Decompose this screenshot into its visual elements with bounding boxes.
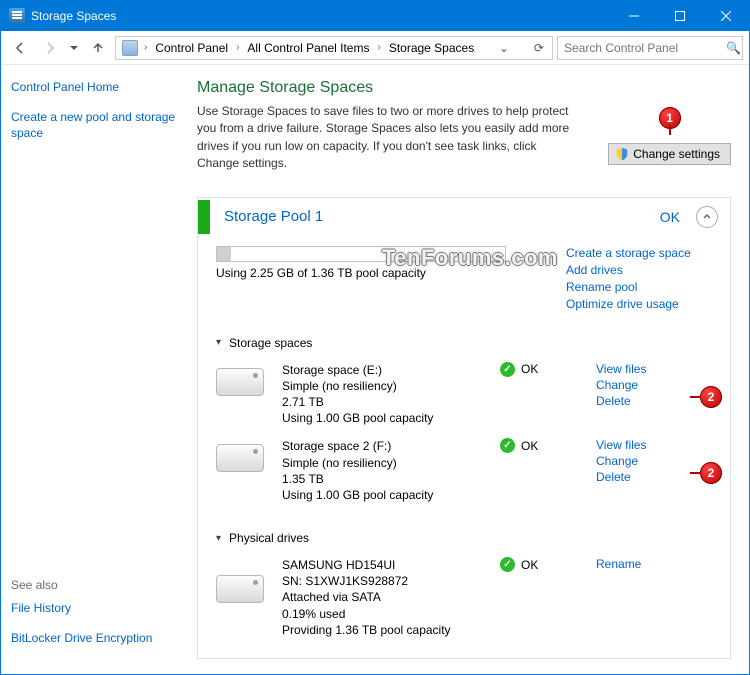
- link-view-files[interactable]: View files: [596, 362, 716, 376]
- physical-drives-label: Physical drives: [229, 531, 309, 545]
- link-rename-pool[interactable]: Rename pool: [566, 280, 716, 294]
- see-also-label: See also: [11, 578, 181, 592]
- up-button[interactable]: [85, 35, 111, 61]
- storage-pool-panel: Storage Pool 1 OK Using 2.25 GB of 1.36 …: [197, 197, 731, 659]
- back-button[interactable]: [7, 35, 33, 61]
- change-settings-label: Change settings: [633, 147, 720, 161]
- collapse-button[interactable]: [696, 206, 718, 228]
- chevron-right-icon[interactable]: ›: [234, 42, 241, 53]
- change-settings-button[interactable]: Change settings: [608, 143, 731, 165]
- title-bar: Storage Spaces: [1, 1, 749, 31]
- drive-icon: [216, 368, 264, 396]
- ok-icon: ✓: [500, 362, 515, 377]
- drive-icon: [216, 575, 264, 603]
- address-dropdown-icon[interactable]: ⌄: [495, 41, 513, 55]
- space-usage: Using 1.00 GB pool capacity: [282, 410, 494, 426]
- pool-name[interactable]: Storage Pool 1: [224, 208, 650, 225]
- search-input[interactable]: [558, 41, 725, 55]
- annotation-2: 2: [700, 462, 722, 484]
- crumb-all-items[interactable]: All Control Panel Items: [243, 41, 373, 55]
- search-icon[interactable]: 🔍: [725, 41, 742, 55]
- drive-used: 0.19% used: [282, 606, 494, 622]
- space-info: Storage space 2 (F:) Simple (no resilien…: [282, 438, 494, 503]
- chevron-down-icon: ▾: [216, 533, 221, 544]
- drive-info: SAMSUNG HD154UI SN: S1XWJ1KS928872 Attac…: [282, 557, 494, 638]
- chevron-right-icon[interactable]: ›: [142, 42, 149, 53]
- crumb-control-panel[interactable]: Control Panel: [151, 41, 232, 55]
- ok-icon: ✓: [500, 557, 515, 572]
- address-bar: › Control Panel › All Control Panel Item…: [1, 31, 749, 65]
- space-info: Storage space (E:) Simple (no resiliency…: [282, 362, 494, 427]
- sidebar-link-file-history[interactable]: File History: [11, 600, 181, 616]
- pool-usage-text: Using 2.25 GB of 1.36 TB pool capacity: [216, 266, 556, 280]
- drive-name: SAMSUNG HD154UI: [282, 557, 494, 573]
- storage-space-row: Storage space (E:) Simple (no resiliency…: [216, 356, 716, 433]
- drive-serial: SN: S1XWJ1KS928872: [282, 573, 494, 589]
- page-description: Use Storage Spaces to save files to two …: [197, 103, 577, 173]
- pool-header: Storage Pool 1 OK: [198, 198, 730, 236]
- physical-drive-row: SAMSUNG HD154UI SN: S1XWJ1KS928872 Attac…: [216, 551, 716, 644]
- sidebar-link-create-pool[interactable]: Create a new pool and storage space: [11, 109, 181, 141]
- space-status: ✓ OK: [500, 362, 590, 377]
- pool-status-bar: [198, 200, 210, 234]
- window-title: Storage Spaces: [31, 9, 116, 23]
- minimize-button[interactable]: [611, 1, 657, 31]
- link-rename-drive[interactable]: Rename: [596, 557, 716, 571]
- space-size: 1.35 TB: [282, 471, 494, 487]
- storage-spaces-header[interactable]: ▾ Storage spaces: [216, 336, 716, 350]
- space-status: ✓ OK: [500, 438, 590, 453]
- storage-spaces-label: Storage spaces: [229, 336, 312, 350]
- space-usage: Using 1.00 GB pool capacity: [282, 487, 494, 503]
- pool-status: OK: [660, 209, 680, 225]
- space-resiliency: Simple (no resiliency): [282, 378, 494, 394]
- sidebar-link-bitlocker[interactable]: BitLocker Drive Encryption: [11, 630, 181, 646]
- crumb-storage-spaces[interactable]: Storage Spaces: [385, 41, 478, 55]
- space-links: View files Change Delete: [596, 438, 716, 486]
- space-name: Storage space (E:): [282, 362, 494, 378]
- physical-drives-section: ▾ Physical drives SAMSUNG HD154UI SN: S1…: [216, 527, 716, 644]
- link-change[interactable]: Change: [596, 378, 716, 392]
- main-content: Manage Storage Spaces Use Storage Spaces…: [191, 65, 749, 674]
- close-button[interactable]: [703, 1, 749, 31]
- drive-links: Rename: [596, 557, 716, 573]
- link-create-space[interactable]: Create a storage space: [566, 246, 716, 260]
- page-title: Manage Storage Spaces: [197, 79, 731, 97]
- drive-provide: Providing 1.36 TB pool capacity: [282, 622, 494, 638]
- link-view-files[interactable]: View files: [596, 438, 716, 452]
- space-links: View files Change Delete: [596, 362, 716, 410]
- drive-status: ✓ OK: [500, 557, 590, 572]
- sidebar-link-home[interactable]: Control Panel Home: [11, 79, 181, 95]
- refresh-icon[interactable]: ⟳: [530, 41, 548, 55]
- maximize-button[interactable]: [657, 1, 703, 31]
- pool-usage-bar: [216, 246, 506, 262]
- search-box[interactable]: 🔍: [557, 36, 743, 60]
- ok-icon: ✓: [500, 438, 515, 453]
- forward-button[interactable]: [37, 35, 63, 61]
- sidebar: Control Panel Home Create a new pool and…: [1, 65, 191, 674]
- space-resiliency: Simple (no resiliency): [282, 455, 494, 471]
- link-add-drives[interactable]: Add drives: [566, 263, 716, 277]
- link-change[interactable]: Change: [596, 454, 716, 468]
- annotation-2: 2: [700, 386, 722, 408]
- chevron-right-icon[interactable]: ›: [375, 42, 382, 53]
- space-size: 2.71 TB: [282, 394, 494, 410]
- link-optimize[interactable]: Optimize drive usage: [566, 297, 716, 311]
- pool-action-links: Create a storage space Add drives Rename…: [566, 246, 716, 314]
- chevron-down-icon: ▾: [216, 337, 221, 348]
- space-name: Storage space 2 (F:): [282, 438, 494, 454]
- storage-spaces-section: ▾ Storage spaces Storage space (E:) Simp…: [216, 332, 716, 510]
- breadcrumb[interactable]: › Control Panel › All Control Panel Item…: [115, 36, 553, 60]
- drive-icon: [216, 444, 264, 472]
- drive-attach: Attached via SATA: [282, 589, 494, 605]
- physical-drives-header[interactable]: ▾ Physical drives: [216, 531, 716, 545]
- shield-icon: [615, 147, 629, 161]
- app-icon: [9, 8, 25, 24]
- storage-space-row: Storage space 2 (F:) Simple (no resilien…: [216, 432, 716, 509]
- recent-dropdown[interactable]: [67, 35, 81, 61]
- location-icon: [122, 40, 138, 56]
- annotation-1: 1: [659, 107, 681, 129]
